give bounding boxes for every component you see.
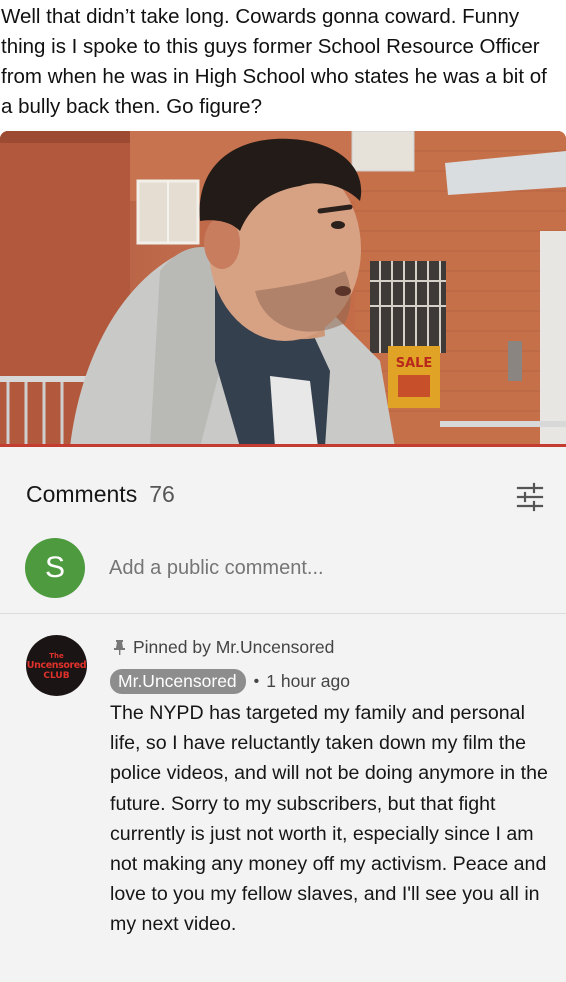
video-thumbnail[interactable]: SALE xyxy=(0,131,566,447)
channel-avatar-line-2: Uncensored xyxy=(26,659,87,671)
user-avatar[interactable]: S xyxy=(25,538,85,598)
sort-sliders-icon[interactable] xyxy=(515,482,545,512)
add-comment-input[interactable] xyxy=(109,556,469,580)
channel-avatar[interactable]: The Uncensored CLUB xyxy=(26,635,87,696)
comment-author[interactable]: Mr.Uncensored xyxy=(110,669,246,694)
channel-avatar-line-3: CLUB xyxy=(43,670,70,681)
wall-plaque xyxy=(351,131,415,172)
video-frame-illustration: SALE xyxy=(0,131,566,447)
comment-time: 1 hour ago xyxy=(266,671,350,691)
pin-icon xyxy=(114,640,125,655)
channel-avatar-line-1: The xyxy=(49,651,64,660)
pinned-label: Pinned by Mr.Uncensored xyxy=(133,637,335,657)
right-door-frame xyxy=(540,231,566,447)
pinned-label-row: Pinned by Mr.Uncensored xyxy=(114,637,334,658)
comments-title: Comments xyxy=(26,481,138,507)
comments-count: 76 xyxy=(149,481,175,507)
comment-meta: Mr.Uncensored • 1 hour ago xyxy=(110,669,350,694)
comments-header: Comments 76 xyxy=(26,481,175,508)
comments-panel: Comments 76 S The Uncensored CLUB Pinned… xyxy=(0,447,566,982)
add-comment-row: S xyxy=(25,538,469,598)
meta-separator: • xyxy=(253,672,260,690)
post-caption: Well that didn’t take long. Cowards gonn… xyxy=(1,5,547,118)
comments-divider xyxy=(0,613,566,614)
sale-sign-text: SALE xyxy=(396,356,433,371)
railing xyxy=(0,376,90,382)
intercom xyxy=(508,341,522,381)
comment-text: The NYPD has targeted my family and pers… xyxy=(110,702,548,936)
